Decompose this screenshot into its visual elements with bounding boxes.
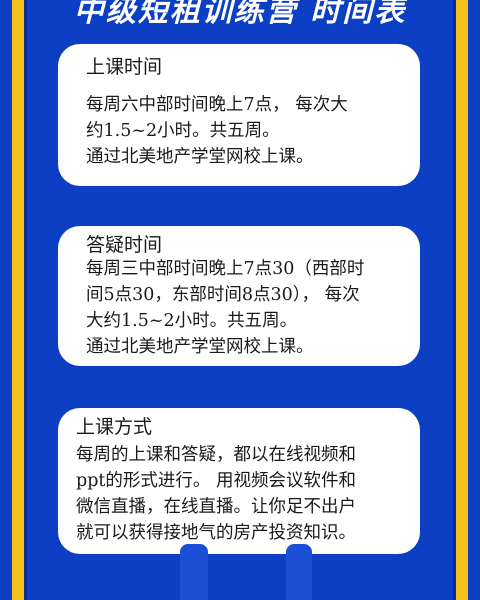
background-figure-right	[286, 544, 312, 600]
background-figure-left	[180, 544, 208, 600]
class-time-line: 每周六中部时间晚上7点， 每次大	[86, 95, 348, 115]
class-format-title: 上课方式	[76, 416, 153, 438]
page-title: 中级短租训练营 时间表	[73, 0, 407, 29]
class-format-line: 每周的上课和答疑，都以在线视频和	[76, 445, 356, 465]
qa-time-card: 答疑时间 每周三中部时间晚上7点30（西部时 间5点30，东部时间8点30）， …	[58, 226, 420, 366]
left-border-shadow	[24, 0, 27, 600]
qa-time-line: 通过北美地产学堂网校上课。	[86, 337, 314, 357]
class-time-body: 每周六中部时间晚上7点， 每次大 约1.5~2小时。共五周。 通过北美地产学堂网…	[86, 92, 416, 170]
qa-time-body: 每周三中部时间晚上7点30（西部时 间5点30，东部时间8点30）， 每次 大约…	[86, 256, 416, 360]
class-format-body: 每周的上课和答疑，都以在线视频和 ppt的形式进行。 用视频会议软件和 微信直播…	[76, 442, 416, 546]
class-format-line: 就可以获得接地气的房产投资知识。	[76, 523, 356, 543]
right-border-shadow	[453, 0, 456, 600]
class-time-card: 上课时间 每周六中部时间晚上7点， 每次大 约1.5~2小时。共五周。 通过北美…	[58, 44, 420, 186]
qa-time-line: 每周三中部时间晚上7点30（西部时	[86, 259, 365, 279]
qa-time-line: 大约1.5~2小时。共五周。	[86, 311, 298, 331]
class-format-line: ppt的形式进行。 用视频会议软件和	[76, 471, 356, 491]
qa-time-title: 答疑时间	[86, 234, 163, 256]
class-format-line: 微信直播，在线直播。让你足不出户	[76, 497, 356, 517]
right-border-stripe	[453, 0, 468, 600]
class-format-card: 上课方式 每周的上课和答疑，都以在线视频和 ppt的形式进行。 用视频会议软件和…	[58, 408, 420, 554]
class-time-line: 约1.5~2小时。共五周。	[86, 121, 280, 141]
schedule-page: 中级短租训练营 时间表 上课时间 每周六中部时间晚上7点， 每次大 约1.5~2…	[0, 0, 480, 600]
class-time-title: 上课时间	[86, 56, 163, 78]
left-border-stripe	[12, 0, 27, 600]
qa-time-line: 间5点30，东部时间8点30）， 每次	[86, 285, 360, 305]
class-time-line: 通过北美地产学堂网校上课。	[86, 147, 314, 167]
